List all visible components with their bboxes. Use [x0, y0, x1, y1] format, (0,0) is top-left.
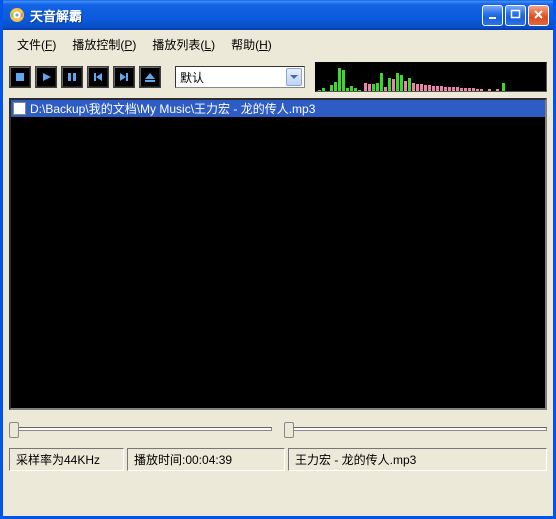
menu-playback-control[interactable]: 播放控制(P) — [64, 34, 144, 55]
prev-icon — [94, 73, 102, 81]
prev-button[interactable] — [87, 66, 109, 88]
menubar: 文件(F) 播放控制(P) 播放列表(L) 帮助(H) — [3, 30, 553, 58]
menu-playlist[interactable]: 播放列表(L) — [144, 34, 223, 55]
playlist-item-text: D:\Backup\我的文档\My Music\王力宏 - 龙的传人.mp3 — [30, 100, 315, 117]
slider-thumb[interactable] — [9, 422, 19, 438]
close-button[interactable] — [528, 5, 549, 26]
spectrum-visualizer — [315, 62, 547, 92]
titlebar[interactable]: 天音解霸 — [3, 0, 553, 30]
slider-area — [3, 410, 553, 446]
play-button[interactable] — [35, 66, 57, 88]
next-icon — [120, 73, 128, 81]
play-icon — [43, 73, 51, 81]
next-button[interactable] — [113, 66, 135, 88]
eject-icon — [145, 73, 155, 82]
statusbar: 采样率为44KHz 播放时间:00:04:39 王力宏 - 龙的传人.mp3 — [3, 446, 553, 475]
window-title: 天音解霸 — [30, 6, 482, 25]
volume-slider[interactable] — [284, 420, 547, 438]
maximize-button[interactable] — [505, 5, 526, 26]
stop-icon — [16, 73, 24, 81]
main-window: 天音解霸 文件(F) 播放控制(P) 播放列表(L) 帮助(H) 默认 — [0, 0, 556, 519]
eject-button[interactable] — [139, 66, 161, 88]
stop-button[interactable] — [9, 66, 31, 88]
app-icon — [9, 7, 25, 23]
playlist[interactable]: D:\Backup\我的文档\My Music\王力宏 - 龙的传人.mp3 — [9, 98, 547, 410]
menu-file[interactable]: 文件(F) — [9, 34, 64, 55]
status-now-playing: 王力宏 - 龙的传人.mp3 — [288, 448, 547, 471]
playlist-checkbox[interactable] — [13, 102, 26, 115]
position-slider[interactable] — [9, 420, 272, 438]
pause-icon — [68, 73, 76, 81]
pause-button[interactable] — [61, 66, 83, 88]
slider-thumb[interactable] — [284, 422, 294, 438]
preset-value: 默认 — [180, 69, 286, 86]
status-play-time: 播放时间:00:04:39 — [127, 448, 285, 471]
toolbar: 默认 — [3, 58, 553, 98]
dropdown-arrow-icon — [286, 68, 302, 86]
menu-help[interactable]: 帮助(H) — [223, 34, 280, 55]
minimize-button[interactable] — [482, 5, 503, 26]
playlist-row[interactable]: D:\Backup\我的文档\My Music\王力宏 - 龙的传人.mp3 — [11, 100, 545, 117]
slider-rail — [9, 427, 272, 431]
preset-select[interactable]: 默认 — [175, 66, 305, 88]
status-sample-rate: 采样率为44KHz — [9, 448, 124, 471]
slider-rail — [284, 427, 547, 431]
